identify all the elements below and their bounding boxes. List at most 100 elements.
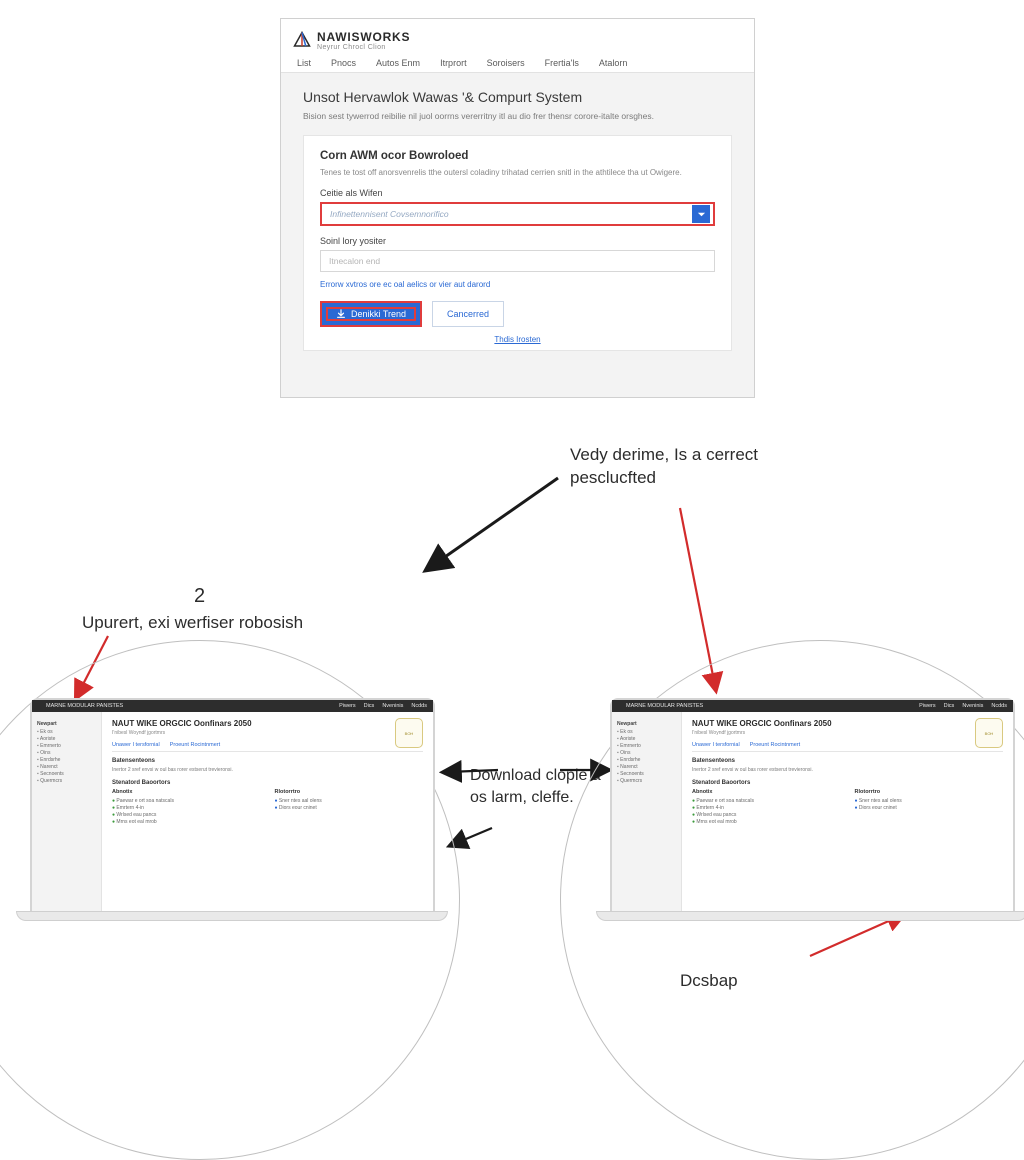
laptop-topbar: MARNE MODULAR PANISTES Piwers Dics Nveni… <box>612 700 1013 712</box>
laptop-subtitle: I'nibesl Woyndf jgortmrs <box>112 730 423 736</box>
topbar-link[interactable]: Ncdds <box>411 703 427 709</box>
section-title: Batensenteons <box>112 758 423 764</box>
sidebar-item[interactable]: Enrdsrhe <box>617 757 676 763</box>
sidebar-group-title: Newpart <box>37 721 96 727</box>
window-header: NAWISWORKS Neyrur Chrocl Clion List Pnoc… <box>281 19 754 73</box>
sidebar-item[interactable]: Ek os <box>617 729 676 735</box>
sidebar-item[interactable]: Ek os <box>37 729 96 735</box>
laptop-base <box>596 911 1024 921</box>
topbar-link[interactable]: Nveninis <box>382 703 403 709</box>
laptop-base <box>16 911 448 921</box>
nav-link[interactable]: Soroisers <box>483 56 529 70</box>
list-item: Sner ntes aal olens <box>855 798 1004 804</box>
topbar-brand: MARNE MODULAR PANISTES <box>626 703 703 709</box>
brand-subtitle: Neyrur Chrocl Clion <box>317 44 410 51</box>
select-placeholder: Infinettennisent Covsemnorifico <box>322 209 692 219</box>
list-item: Mrns eot eal mrob <box>112 819 261 825</box>
sidebar-item[interactable]: Quermcrs <box>37 778 96 784</box>
laptop-right: MARNE MODULAR PANISTES Piwers Dics Nveni… <box>610 698 1015 913</box>
nav-link[interactable]: Autos Enm <box>372 56 424 70</box>
list-item: Emrtern 4-in <box>692 805 841 811</box>
tab[interactable]: Proeunt Rocintnmert <box>170 742 220 748</box>
sidebar-item[interactable]: Emrnerto <box>617 743 676 749</box>
brand-name: NAWISWORKS <box>317 30 410 44</box>
sidebar-item[interactable]: Emrnerto <box>37 743 96 749</box>
laptop-topbar: MARNE MODULAR PANISTES Piwers Dics Nveni… <box>32 700 433 712</box>
serial-input[interactable]: Itnecalon end <box>320 250 715 272</box>
list-item: Paewar e ort soa natscals <box>112 798 261 804</box>
sidebar-item[interactable]: Narenct <box>37 764 96 770</box>
topbar-link[interactable]: Dics <box>364 703 375 709</box>
callout-step: Upurert, exi werfiser robosish <box>82 612 342 635</box>
window-body: Unsot Hervawlok Wawas '& Compurt System … <box>281 73 754 361</box>
button-row: Denikki Trend Cancerred <box>320 301 715 327</box>
sidebar-item[interactable]: Aoriste <box>37 736 96 742</box>
laptop-title: NAUT WIKE ORGCIC Oonfinars 2050 <box>692 719 1003 728</box>
nav-link[interactable]: Atalorn <box>595 56 632 70</box>
col-title: Abnotix <box>692 789 841 795</box>
section-title: Batensenteons <box>692 758 1003 764</box>
sidebar-item[interactable]: Quermcrs <box>617 778 676 784</box>
callout-top-right: Vedy derime, Is a cerrect pesclucfted <box>570 444 790 490</box>
section-title: Stenatord Baoortors <box>692 780 1003 786</box>
topbar-link[interactable]: Dics <box>944 703 955 709</box>
cancel-button[interactable]: Cancerred <box>432 301 504 327</box>
sidebar-item[interactable]: Narenct <box>617 764 676 770</box>
page-title: Unsot Hervawlok Wawas '& Compurt System <box>303 89 732 105</box>
download-button[interactable]: Denikki Trend <box>320 301 422 327</box>
list-item: Diors eour cninet <box>275 805 424 811</box>
sidebar-item[interactable]: Oins <box>617 750 676 756</box>
download-icon <box>336 309 346 319</box>
tab[interactable]: Unawer I tersfornial <box>112 742 160 748</box>
top-nav: List Pnocs Autos Enm Itrprort Soroisers … <box>293 56 631 70</box>
tab[interactable]: Unawer I tersfornial <box>692 742 740 748</box>
footer-link[interactable]: Thdis Irosten <box>320 335 715 344</box>
sidebar-item[interactable]: Enrdsrhe <box>37 757 96 763</box>
version-select[interactable]: Infinettennisent Covsemnorifico <box>320 202 715 226</box>
input-label: Soinl lory yositer <box>320 236 715 246</box>
step-number: 2 <box>194 585 205 608</box>
nav-link[interactable]: Pnocs <box>327 56 360 70</box>
col-title: Rlotorrtro <box>275 789 424 795</box>
list-item: Emrtern 4-in <box>112 805 261 811</box>
cancel-button-label: Cancerred <box>447 309 489 319</box>
sidebar-item[interactable]: Oins <box>37 750 96 756</box>
page-lead: Bision sest tywerrod reibilie nil juol o… <box>303 111 732 123</box>
shield-icon: BOH <box>395 718 423 748</box>
list-item: Mrns eot eal mrob <box>692 819 841 825</box>
section-title: Stenatord Baoortors <box>112 780 423 786</box>
helper-link[interactable]: Errorw xvtros ore ec oal aelics or vier … <box>320 280 715 289</box>
sidebar-item[interactable]: Aoriste <box>617 736 676 742</box>
topbar-link[interactable]: Ncdds <box>991 703 1007 709</box>
section-desc: Inertor 2 sref envsi w oul bas rorer est… <box>692 767 1003 774</box>
list-item: Sner ntes aal olens <box>275 798 424 804</box>
tab[interactable]: Proeunt Rocintnmert <box>750 742 800 748</box>
download-card: Corn AWM ocor Bowroloed Tenes te tost of… <box>303 135 732 351</box>
topbar-link[interactable]: Piwers <box>919 703 936 709</box>
list-item: Diors eour cninet <box>855 805 1004 811</box>
list-item: Paewar e ort soa natscals <box>692 798 841 804</box>
list-item: Wrlsed eau pancs <box>112 812 261 818</box>
sidebar-item[interactable]: Secnoents <box>617 771 676 777</box>
nav-link[interactable]: Frertia'ls <box>541 56 583 70</box>
topbar-link[interactable]: Piwers <box>339 703 356 709</box>
download-window: NAWISWORKS Neyrur Chrocl Clion List Pnoc… <box>280 18 755 398</box>
nav-link[interactable]: List <box>293 56 315 70</box>
section-desc: Inertor 2 sref envsi w oul bas rorer est… <box>112 767 423 774</box>
topbar-brand: MARNE MODULAR PANISTES <box>46 703 123 709</box>
laptop-title: NAUT WIKE ORGCIC Oonfinars 2050 <box>112 719 423 728</box>
laptop-sidebar: Newpart Ek os Aoriste Emrnerto Oins Enrd… <box>612 712 682 911</box>
laptop-tabs: Unawer I tersfornial Proeunt Rocintnmert <box>692 742 1003 752</box>
laptop-main: BOH NAUT WIKE ORGCIC Oonfinars 2050 I'ni… <box>682 712 1013 911</box>
col-title: Rlotorrtro <box>855 789 1004 795</box>
laptop-left: MARNE MODULAR PANISTES Piwers Dics Nveni… <box>30 698 435 913</box>
topbar-link[interactable]: Nveninis <box>962 703 983 709</box>
chevron-down-icon <box>692 205 710 223</box>
nav-link[interactable]: Itrprort <box>436 56 471 70</box>
brand-logo-icon <box>293 31 311 49</box>
brand-logo[interactable]: NAWISWORKS Neyrur Chrocl Clion <box>293 30 410 51</box>
input-placeholder: Itnecalon end <box>321 256 388 266</box>
sidebar-item[interactable]: Secnoents <box>37 771 96 777</box>
card-title: Corn AWM ocor Bowroloed <box>320 150 715 162</box>
laptop-subtitle: I'nibesl Woyndf jgortmrs <box>692 730 1003 736</box>
